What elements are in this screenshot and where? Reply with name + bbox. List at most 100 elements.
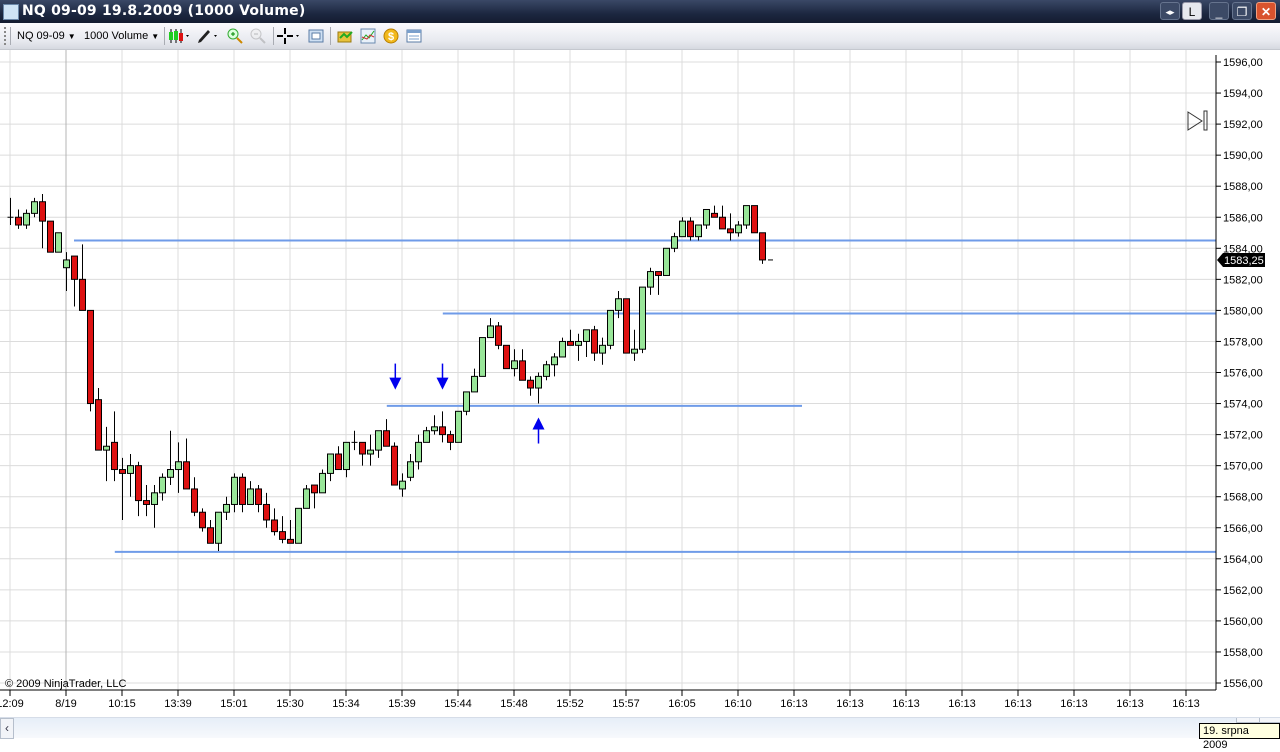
candle-body (727, 228, 734, 234)
y-tick-label: 1586,00 (1223, 212, 1263, 224)
candle-body (759, 232, 766, 261)
candle (527, 376, 534, 396)
x-tick-label: 16:13 (1172, 698, 1200, 710)
candle (79, 244, 86, 311)
candle (607, 309, 614, 350)
toolbar-divider (330, 27, 331, 45)
candle (303, 485, 310, 509)
candle (359, 441, 366, 466)
candle (447, 430, 454, 451)
drawing-pencil-icon[interactable] (196, 28, 220, 44)
candle (63, 252, 70, 291)
order-icon[interactable]: $ (383, 28, 399, 44)
candle-body (295, 507, 302, 544)
candle-body (311, 484, 318, 494)
candle (751, 205, 758, 234)
last-price-marker: 1583,25 (1217, 252, 1265, 267)
scroll-to-end-icon[interactable] (1187, 110, 1208, 131)
x-tick-label: 15:39 (388, 698, 416, 710)
candle-body (255, 488, 262, 505)
crosshair-icon[interactable] (277, 28, 303, 44)
data-box-icon[interactable] (406, 28, 422, 44)
x-tick-label: 16:13 (1004, 698, 1032, 710)
candle-body (231, 476, 238, 505)
candle-body (223, 503, 230, 513)
candle-body (215, 511, 222, 544)
candle-body (591, 329, 598, 354)
link-button[interactable]: L (1182, 2, 1202, 20)
arrow-down-icon (436, 363, 449, 390)
restore-button[interactable]: ❐ (1232, 2, 1252, 20)
instrument-dropdown[interactable]: NQ 09-09 ▼ (17, 28, 76, 44)
candle (415, 434, 422, 470)
candle (327, 453, 334, 482)
candle (343, 441, 350, 478)
chart-app-icon (3, 4, 19, 20)
candle (111, 411, 118, 482)
minimize-button[interactable]: _ (1209, 2, 1229, 20)
close-button[interactable]: ✕ (1256, 2, 1276, 20)
candle-body (319, 472, 326, 494)
x-tick-label: 15:52 (556, 698, 584, 710)
candle-body (479, 337, 486, 377)
y-tick-label: 1578,00 (1223, 336, 1263, 348)
candle (55, 232, 62, 253)
zoom-in-icon[interactable] (227, 28, 243, 44)
candle-body (735, 224, 742, 234)
candle-body (519, 360, 526, 381)
candle-body (535, 375, 542, 389)
x-tick-label: 16:13 (948, 698, 976, 710)
strategy-icon[interactable] (337, 28, 353, 44)
candle-body (183, 461, 190, 490)
candle-body (431, 426, 438, 432)
zoom-out-icon[interactable] (250, 28, 266, 44)
x-tick-label: 16:13 (892, 698, 920, 710)
candle (535, 372, 542, 404)
candle-body (239, 476, 246, 505)
candle-body (607, 309, 614, 346)
candle-body (463, 391, 470, 412)
toolbar-divider (164, 27, 165, 45)
candle-body (159, 476, 166, 494)
candle (215, 511, 222, 552)
candle-body (103, 445, 110, 451)
svg-text:$: $ (388, 31, 394, 43)
candle-body (407, 461, 414, 478)
indicators-icon[interactable] (360, 28, 376, 44)
candlestick-style-icon[interactable] (168, 28, 192, 44)
candle (679, 217, 686, 238)
candle-body (567, 340, 574, 346)
candle-body (151, 492, 158, 505)
period-label: 1000 Volume (84, 30, 149, 42)
candle-body (175, 461, 182, 471)
period-dropdown[interactable]: 1000 Volume ▼ (84, 28, 159, 44)
candle (583, 329, 590, 357)
candle-body (111, 441, 118, 471)
candle-body (287, 538, 294, 544)
scroll-left-button[interactable]: ‹ (0, 718, 14, 739)
candle-body (71, 255, 78, 280)
scroll-toggle-button[interactable]: ◂▸ (1160, 2, 1180, 20)
arrow-up-icon (532, 417, 545, 444)
toolbar-divider (10, 27, 11, 45)
candle-body (695, 224, 702, 238)
horizontal-scrollbar[interactable]: ‹ 19. srpna 2009 (0, 717, 1280, 751)
candle-body (359, 441, 366, 455)
candle (375, 430, 382, 458)
price-chart[interactable]: 1596,00 1594,00 1592,00 1590,00 1588,00 1586,… (0, 50, 1280, 717)
candle (711, 205, 718, 218)
candle-body (495, 325, 502, 346)
properties-icon[interactable] (308, 28, 324, 44)
candle (71, 255, 78, 307)
candle (439, 411, 446, 443)
candle (687, 217, 694, 241)
candle (167, 430, 174, 486)
candle (695, 224, 702, 241)
toolbar-grip[interactable] (4, 27, 6, 45)
candle (23, 209, 30, 229)
candle-body (63, 259, 70, 269)
candle-body (639, 286, 646, 350)
candle (119, 457, 126, 520)
candle-body (751, 205, 758, 234)
x-tick-label: 10:15 (108, 698, 136, 710)
